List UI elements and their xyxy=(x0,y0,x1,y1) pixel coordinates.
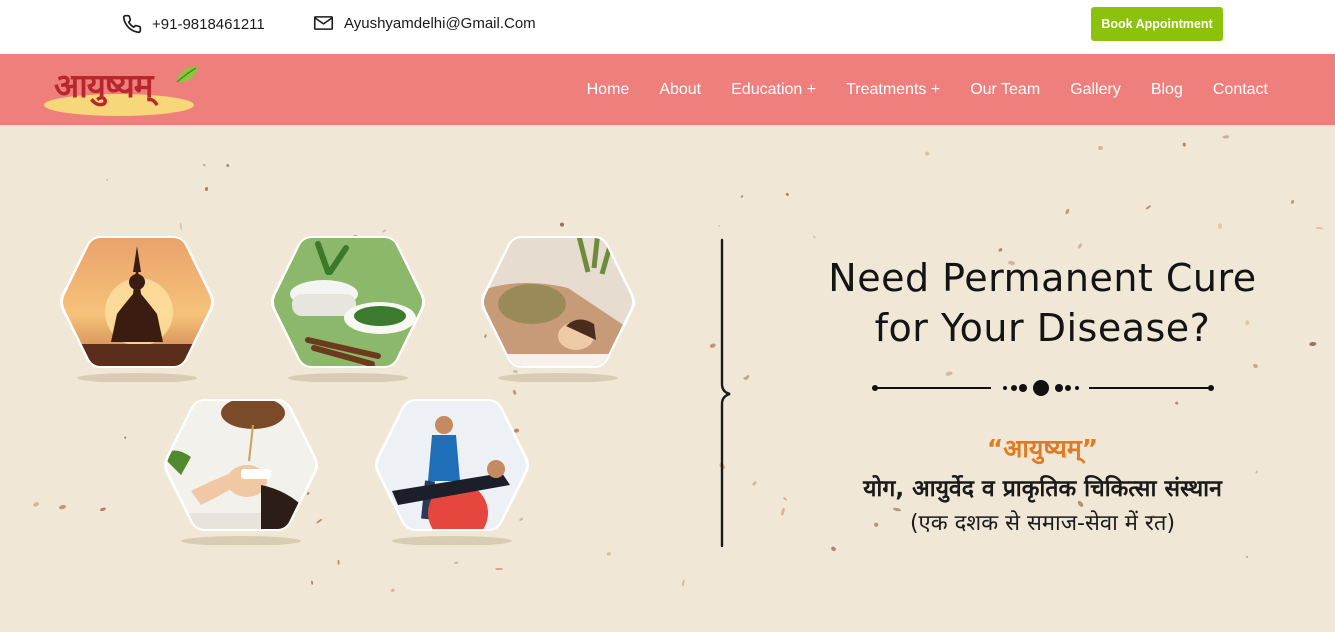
paper-speck xyxy=(106,178,109,181)
paper-speck xyxy=(606,552,611,557)
paper-speck xyxy=(945,370,954,376)
headline-line-1: Need Permanent Cure xyxy=(828,256,1257,300)
paper-speck xyxy=(1183,143,1187,147)
paper-speck xyxy=(1098,145,1104,151)
site-logo[interactable]: आयुष्यम् xyxy=(40,62,205,118)
paper-speck xyxy=(1144,204,1152,210)
paper-speck xyxy=(782,496,788,501)
paper-speck xyxy=(58,504,67,511)
main-navbar: आयुष्यम् Home About Education + Treatmen… xyxy=(0,54,1335,125)
paper-speck xyxy=(123,435,127,439)
nav-education[interactable]: Education + xyxy=(716,81,831,99)
paper-speck xyxy=(1309,341,1317,347)
service-subtagline: (एक दशक से समाज-सेवा में रत) xyxy=(909,511,1176,536)
paper-speck xyxy=(99,506,107,512)
email-contact[interactable]: Ayushyamdelhi@Gmail.Com xyxy=(313,14,536,32)
main-menu: Home About Education + Treatments + Our … xyxy=(572,54,1283,125)
paper-speck xyxy=(997,247,1003,253)
logo-text: आयुष्यम् xyxy=(54,66,153,105)
phone-number: +91-9818461211 xyxy=(152,15,265,33)
headline-line-2: for Your Disease? xyxy=(874,306,1211,350)
shirodhara-therapy-image xyxy=(161,395,321,545)
paper-speck xyxy=(225,163,230,168)
paper-speck xyxy=(740,194,745,199)
paper-speck xyxy=(1076,241,1083,249)
paper-speck xyxy=(454,561,459,564)
phone-icon xyxy=(122,14,142,34)
paper-speck xyxy=(1252,362,1260,369)
nav-home[interactable]: Home xyxy=(572,81,645,99)
paper-speck xyxy=(202,163,207,167)
physiotherapy-ball-image xyxy=(372,395,532,545)
yoga-meditation-image xyxy=(57,232,217,382)
paper-speck xyxy=(1246,555,1250,559)
nav-treatments[interactable]: Treatments + xyxy=(831,81,955,99)
paper-speck xyxy=(1316,226,1323,229)
nav-our-team[interactable]: Our Team xyxy=(955,81,1055,99)
hero-banner: Need Permanent Cure for Your Disease? “आ… xyxy=(0,125,1335,632)
paper-speck xyxy=(780,507,786,516)
paper-speck xyxy=(204,186,209,191)
phone-contact[interactable]: +91-9818461211 xyxy=(122,14,265,34)
mail-icon xyxy=(313,14,334,32)
nav-contact[interactable]: Contact xyxy=(1198,81,1283,99)
brand-quote: “आयुष्यम्” xyxy=(986,434,1099,463)
book-appointment-button[interactable]: Book Appointment xyxy=(1091,7,1223,41)
email-address: Ayushyamdelhi@Gmail.Com xyxy=(344,14,536,32)
paper-speck xyxy=(1221,135,1230,140)
paper-speck xyxy=(1217,222,1222,229)
paper-speck xyxy=(336,560,340,565)
hero-headline: Need Permanent Cure for Your Disease? xyxy=(780,253,1305,353)
paper-speck xyxy=(785,192,789,197)
nav-gallery[interactable]: Gallery xyxy=(1055,81,1136,99)
ornament-divider xyxy=(871,377,1216,404)
paper-speck xyxy=(560,223,565,228)
paper-speck xyxy=(751,480,758,487)
paper-speck xyxy=(924,151,930,156)
bracket-divider xyxy=(712,238,752,553)
paper-speck xyxy=(179,222,183,231)
top-contact-bar: +91-9818461211 Ayushyamdelhi@Gmail.Com B… xyxy=(0,0,1335,53)
paper-speck xyxy=(812,235,816,239)
nav-about[interactable]: About xyxy=(644,81,716,99)
paper-speck xyxy=(1063,207,1070,215)
paper-speck xyxy=(495,567,503,570)
paper-speck xyxy=(681,579,685,587)
paper-speck xyxy=(830,546,838,553)
leaf-icon xyxy=(174,64,200,91)
nav-blog[interactable]: Blog xyxy=(1136,81,1198,99)
paper-speck xyxy=(717,224,721,229)
herbal-medicine-image xyxy=(268,232,428,382)
institute-tagline: योग, आयुर्वेद व प्राकृतिक चिकित्सा संस्थ… xyxy=(863,476,1222,502)
paper-speck xyxy=(390,588,395,593)
herbal-massage-image xyxy=(478,232,638,382)
paper-speck xyxy=(311,580,314,586)
paper-speck xyxy=(32,501,41,508)
paper-speck xyxy=(1290,199,1295,205)
